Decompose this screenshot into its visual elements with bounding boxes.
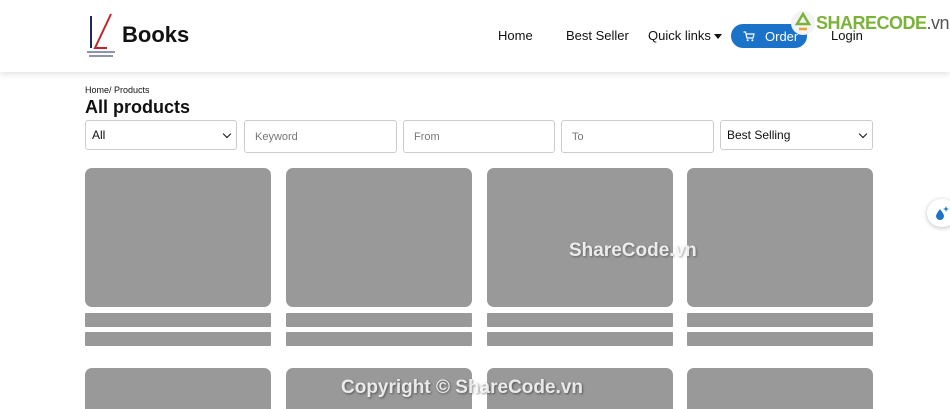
- keyword-input[interactable]: Keyword: [244, 120, 397, 153]
- watermark-copyright: Copyright © ShareCode.vn: [341, 377, 584, 398]
- product-price-placeholder: [85, 332, 271, 346]
- product-title-placeholder: [487, 313, 673, 327]
- page-title: All products: [85, 97, 191, 117]
- sort-select[interactable]: Best Selling: [720, 120, 873, 150]
- floating-assistant-button[interactable]: [927, 199, 950, 227]
- product-title-placeholder: [286, 313, 472, 327]
- product-image-placeholder[interactable]: [85, 368, 271, 409]
- chevron-down-icon: [858, 129, 868, 138]
- sparkle-drop-icon: [936, 206, 949, 220]
- nav-best-seller-link[interactable]: Best Seller: [566, 28, 629, 43]
- watermark-center: ShareCode.vn: [569, 240, 697, 261]
- product-image-placeholder[interactable]: [687, 168, 873, 307]
- sort-selected-value: Best Selling: [727, 128, 791, 142]
- product-image-placeholder[interactable]: [687, 368, 873, 409]
- product-title-placeholder: [85, 313, 271, 327]
- sharecode-watermark-logo: SHARECODE.vn: [790, 10, 950, 36]
- category-select[interactable]: All: [85, 120, 237, 150]
- nav-quick-links-dropdown[interactable]: Quick links: [648, 28, 722, 43]
- product-image-placeholder[interactable]: [487, 168, 673, 307]
- product-price-placeholder: [687, 332, 873, 346]
- product-price-placeholder: [286, 332, 472, 346]
- breadcrumb[interactable]: Home/ Products: [85, 85, 150, 95]
- university-logo[interactable]: [85, 12, 117, 60]
- quick-links-label: Quick links: [648, 28, 711, 43]
- sharecode-watermark-text: SHARECODE.vn: [816, 12, 950, 33]
- price-to-input[interactable]: To: [561, 120, 714, 153]
- product-image-placeholder[interactable]: [85, 168, 271, 307]
- caret-down-icon: [713, 34, 722, 40]
- category-selected-value: All: [92, 128, 106, 142]
- price-from-input[interactable]: From: [403, 120, 555, 153]
- chevron-down-icon: [222, 129, 232, 138]
- brand-title[interactable]: Books: [122, 22, 189, 48]
- nav-home-link[interactable]: Home: [498, 28, 533, 43]
- cart-icon: [743, 30, 755, 41]
- product-image-placeholder[interactable]: [286, 168, 472, 307]
- recycle-icon: [791, 11, 815, 35]
- header: Books Home Best Seller Quick links Order…: [0, 0, 950, 72]
- product-title-placeholder: [687, 313, 873, 327]
- product-price-placeholder: [487, 332, 673, 346]
